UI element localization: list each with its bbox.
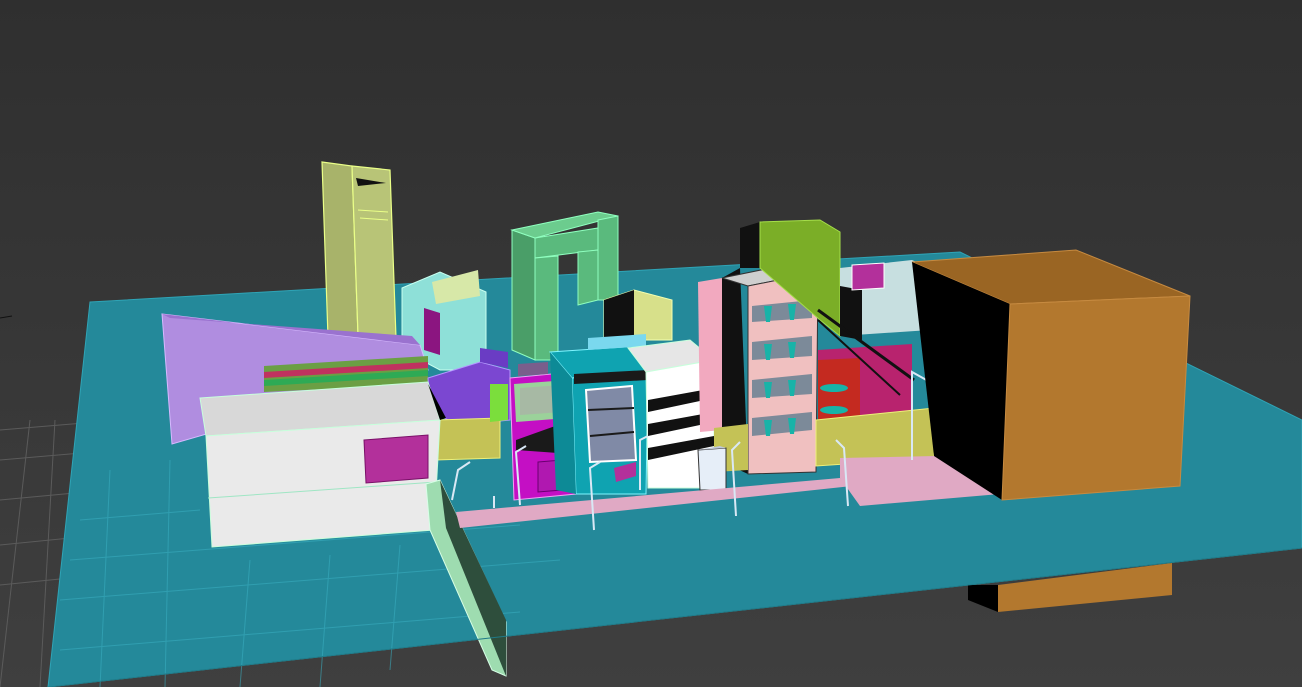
tall-tower-yellow[interactable] [321, 161, 397, 339]
white-block-front-left[interactable] [199, 381, 446, 548]
small-lavender-block [518, 362, 548, 376]
orange-cube-underside [968, 585, 998, 612]
yellow-olive-wall[interactable] [435, 417, 501, 461]
teal-tower[interactable] [548, 345, 649, 495]
white-kiosk[interactable] [697, 446, 727, 491]
3d-viewport[interactable] [0, 0, 1302, 687]
scene-canvas[interactable] [0, 0, 1302, 687]
orange-cube-large[interactable] [911, 249, 1191, 501]
